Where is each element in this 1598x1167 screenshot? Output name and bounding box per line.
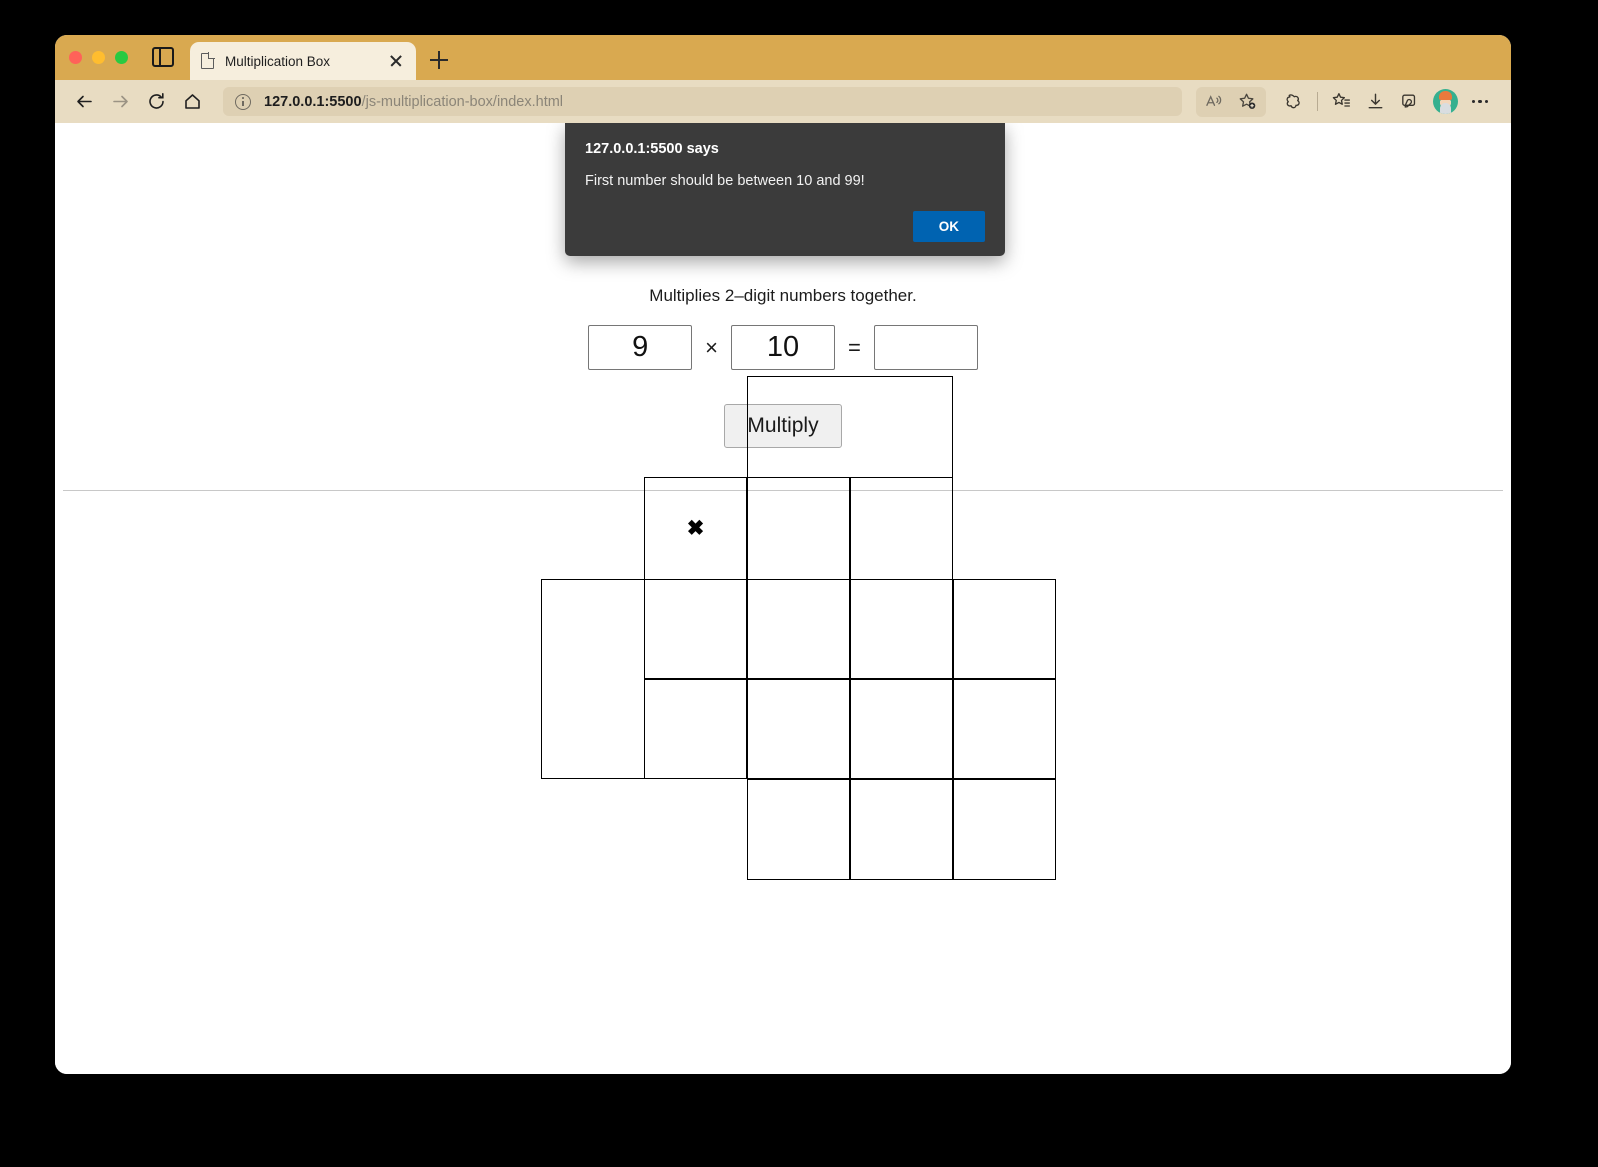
close-window-button[interactable]: [69, 51, 82, 64]
reload-icon[interactable]: [139, 86, 173, 118]
page-subtitle: Multiplies 2–digit numbers together.: [649, 286, 917, 305]
row3-col3: [747, 579, 850, 679]
dialog-actions: OK: [585, 211, 985, 242]
row4-col5: [953, 679, 1056, 779]
info-icon[interactable]: [235, 93, 251, 110]
row4-col3: [747, 679, 850, 779]
read-aloud-icon[interactable]: [1198, 87, 1231, 117]
back-arrow-icon[interactable]: [67, 86, 101, 118]
second-number-input[interactable]: [731, 325, 835, 370]
multiplicand-tens: [747, 477, 850, 580]
times-symbol: ×: [705, 334, 718, 360]
equals-symbol: =: [848, 334, 861, 360]
close-icon[interactable]: [387, 52, 405, 70]
toolbar-divider: [1317, 92, 1318, 111]
operator-cell: ✖: [644, 477, 747, 580]
row4-col4: [850, 679, 953, 779]
dialog-ok-button[interactable]: OK: [912, 211, 985, 242]
tab-strip-icon[interactable]: [152, 47, 174, 67]
tab-title: Multiplication Box: [225, 53, 331, 69]
url-path: /js-multiplication-box/index.html: [361, 93, 564, 110]
first-number-input[interactable]: [588, 325, 693, 370]
dialog-message: First number should be between 10 and 99…: [585, 173, 865, 189]
browser-toolbar: 127.0.0.1:5500/js-multiplication-box/ind…: [55, 80, 1511, 123]
toolbar-actions: [1196, 86, 1495, 117]
maximize-window-button[interactable]: [115, 51, 128, 64]
plus-icon[interactable]: [426, 47, 452, 73]
url-text: 127.0.0.1:5500/js-multiplication-box/ind…: [264, 94, 563, 110]
profile-avatar[interactable]: [1433, 89, 1458, 114]
dialog-origin: 127.0.0.1:5500 says: [585, 141, 719, 157]
row4-col2: [644, 679, 747, 779]
calculator-row: × =: [55, 325, 1511, 370]
url-host: 127.0.0.1:5500: [264, 93, 362, 110]
tab-strip: Multiplication Box: [55, 35, 1511, 80]
total-col3: [747, 779, 850, 880]
result-input[interactable]: [873, 325, 978, 370]
multiplicand-ones: [850, 477, 953, 580]
page-icon: [201, 52, 215, 69]
browser-window: Multiplication Box 127.0.0.1:5500/js-mul…: [55, 35, 1511, 1074]
row3-col5: [953, 579, 1056, 679]
downloads-icon[interactable]: [1359, 87, 1392, 117]
collections-icon[interactable]: [1393, 87, 1426, 117]
page-actions-group: [1196, 86, 1266, 117]
javascript-alert-dialog: 127.0.0.1:5500 says First number should …: [565, 123, 1005, 256]
address-bar[interactable]: 127.0.0.1:5500/js-multiplication-box/ind…: [223, 87, 1182, 116]
more-options-icon[interactable]: [1465, 87, 1495, 117]
window-controls: [69, 35, 128, 80]
copilot-icon[interactable]: [1277, 87, 1310, 117]
row3-col2: [644, 579, 747, 679]
page-content: Multiplication Box Multiplies 2–digit nu…: [55, 123, 1511, 1074]
home-icon[interactable]: [175, 86, 209, 118]
forward-arrow-icon[interactable]: [103, 86, 137, 118]
total-col4: [850, 779, 953, 880]
total-col5: [953, 779, 1056, 880]
browser-tab[interactable]: Multiplication Box: [190, 42, 416, 80]
add-favorite-icon[interactable]: [1231, 87, 1264, 117]
favorites-icon[interactable]: [1325, 87, 1358, 117]
carry-top-cell: [747, 376, 953, 478]
minimize-window-button[interactable]: [92, 51, 105, 64]
multiplication-grid: ✖: [55, 376, 1511, 1036]
row3-col4: [850, 579, 953, 679]
multiplier-merged: [541, 579, 645, 779]
